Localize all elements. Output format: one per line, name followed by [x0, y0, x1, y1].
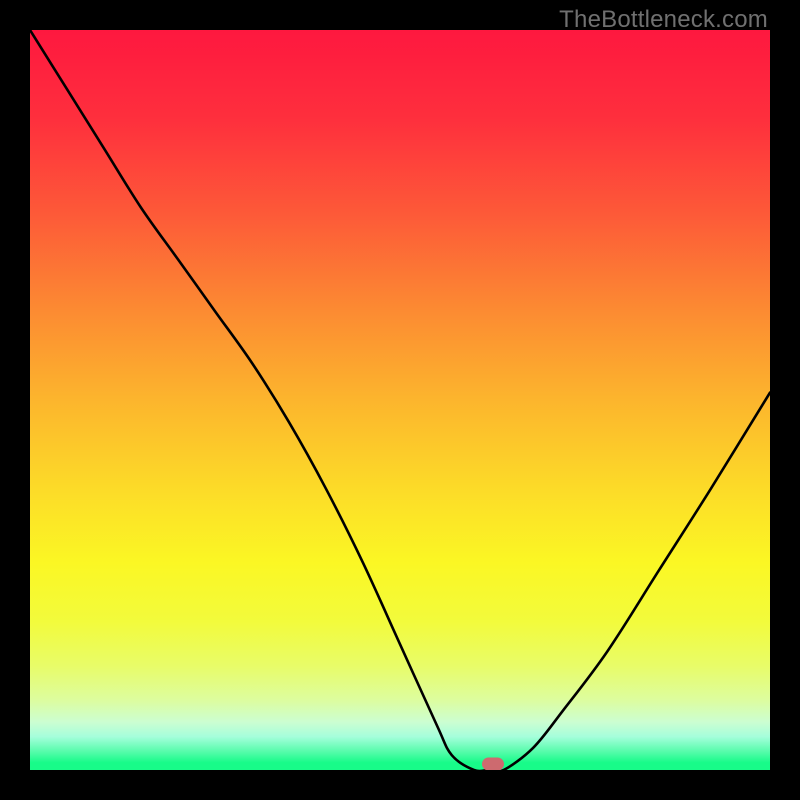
plot-area — [30, 30, 770, 770]
optimum-marker — [482, 758, 504, 770]
bottleneck-curve — [30, 30, 770, 770]
chart-container: TheBottleneck.com — [0, 0, 800, 800]
